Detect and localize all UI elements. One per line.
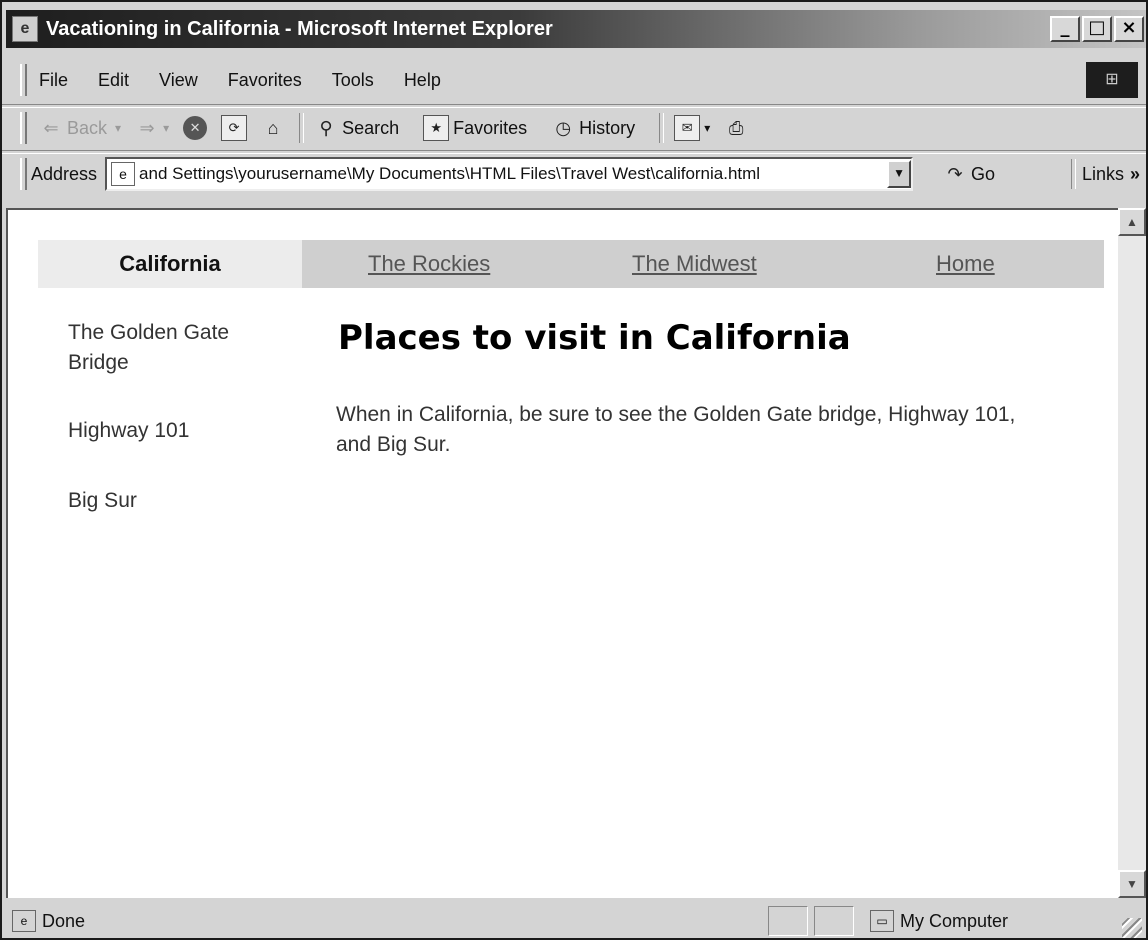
links-chevron-icon: »: [1129, 163, 1140, 184]
nav-current-california: California: [38, 240, 302, 288]
maximize-button[interactable]: □: [1082, 16, 1112, 42]
sidebar-item-big-sur[interactable]: Big Sur: [68, 486, 298, 516]
menu-help[interactable]: Help: [404, 70, 441, 91]
search-button[interactable]: ⚲ Search: [314, 116, 400, 140]
page-viewport: California The Rockies The Midwest Home …: [6, 208, 1118, 898]
page-icon: e: [111, 162, 136, 186]
menu-grip[interactable]: [20, 64, 27, 96]
my-computer-icon: ▭: [870, 910, 894, 932]
go-arrow-icon: ↷: [947, 164, 963, 184]
vertical-scrollbar[interactable]: ▲ ▼: [1118, 208, 1146, 898]
back-dropdown-icon: ▾: [115, 121, 122, 135]
address-dropdown-icon[interactable]: ▼: [887, 160, 912, 188]
favorites-button[interactable]: ★ Favorites: [423, 115, 527, 141]
close-button[interactable]: ×: [1114, 16, 1144, 42]
site-nav: California The Rockies The Midwest Home: [38, 240, 1104, 288]
status-bar: e Done ▭ My Computer: [6, 904, 1142, 938]
mail-icon: ✉: [674, 115, 701, 141]
scroll-down-icon[interactable]: ▼: [1118, 870, 1146, 898]
stop-icon[interactable]: ✕: [183, 116, 208, 140]
minimize-button[interactable]: _: [1050, 16, 1080, 42]
menu-favorites[interactable]: Favorites: [228, 70, 302, 91]
forward-dropdown-icon: ▾: [163, 121, 170, 135]
refresh-icon[interactable]: ⟳: [221, 115, 248, 141]
ie-app-icon: e: [12, 16, 38, 42]
nav-link-home[interactable]: Home: [936, 240, 995, 288]
home-icon[interactable]: ⌂: [261, 116, 285, 140]
history-button[interactable]: ◷ History: [551, 116, 635, 140]
address-value: and Settings\yourusername\My Documents\H…: [139, 164, 761, 183]
browser-window: e Vacationing in California - Microsoft …: [0, 0, 1148, 940]
page-heading: Places to visit in California: [338, 318, 851, 358]
menu-bar: File Edit View Favorites Tools Help ⊞: [20, 58, 1146, 102]
favorites-icon: ★: [423, 115, 450, 141]
mail-button[interactable]: ✉ ▾: [674, 115, 710, 141]
back-label: Back: [67, 117, 108, 138]
history-label: History: [579, 117, 636, 138]
menu-file[interactable]: File: [39, 70, 68, 91]
history-icon: ◷: [555, 118, 572, 138]
search-icon: ⚲: [319, 118, 333, 138]
print-icon[interactable]: ⎙: [724, 116, 748, 140]
sidebar-item-highway-101[interactable]: Highway 101: [68, 416, 298, 446]
toolbar-separator: [659, 113, 665, 143]
toolbar-grip[interactable]: [20, 112, 27, 144]
links-separator: [1070, 159, 1076, 189]
menu-view[interactable]: View: [159, 70, 198, 91]
search-label: Search: [342, 117, 400, 138]
status-text: Done: [42, 910, 86, 931]
links-label: Links: [1081, 163, 1124, 184]
favorites-label: Favorites: [453, 117, 528, 138]
status-page-icon: e: [12, 910, 36, 932]
nav-link-rockies[interactable]: The Rockies: [368, 240, 490, 288]
window-controls: _ □ ×: [1050, 16, 1144, 42]
menu-tools[interactable]: Tools: [332, 70, 374, 91]
page-body-text: When in California, be sure to see the G…: [336, 403, 1016, 456]
back-button[interactable]: ⇐ Back ▾: [39, 116, 121, 140]
forward-button[interactable]: ⇒ ▾: [135, 116, 170, 140]
windows-logo-icon: ⊞: [1086, 62, 1138, 98]
window-title: Vacationing in California - Microsoft In…: [46, 17, 553, 40]
address-grip[interactable]: [20, 158, 27, 190]
sidebar-item-golden-gate[interactable]: The Golden Gate Bridge: [68, 318, 268, 378]
back-arrow-icon: ⇐: [43, 118, 59, 138]
links-button[interactable]: Links »: [1070, 159, 1140, 189]
address-label: Address: [31, 163, 98, 184]
menu-edit[interactable]: Edit: [98, 70, 129, 91]
address-bar: Address e and Settings\yourusername\My D…: [20, 152, 1146, 196]
standard-toolbar: ⇐ Back ▾ ⇒ ▾ ✕ ⟳ ⌂ ⚲ Search ★ Favorites …: [20, 106, 1146, 150]
resize-grip[interactable]: [1122, 918, 1142, 938]
status-panel: [814, 906, 854, 936]
mail-dropdown-icon: ▾: [704, 121, 711, 135]
title-bar[interactable]: e Vacationing in California - Microsoft …: [6, 10, 1146, 48]
forward-arrow-icon: ⇒: [139, 118, 155, 138]
security-zone: ▭ My Computer: [864, 906, 1008, 936]
scroll-up-icon[interactable]: ▲: [1118, 208, 1146, 236]
zone-label: My Computer: [900, 910, 1009, 931]
nav-link-midwest[interactable]: The Midwest: [632, 240, 757, 288]
status-panel: [768, 906, 808, 936]
go-label: Go: [971, 163, 996, 184]
toolbar-separator: [299, 113, 305, 143]
go-button[interactable]: ↷ Go: [943, 162, 996, 186]
address-input[interactable]: e and Settings\yourusername\My Documents…: [105, 157, 914, 191]
